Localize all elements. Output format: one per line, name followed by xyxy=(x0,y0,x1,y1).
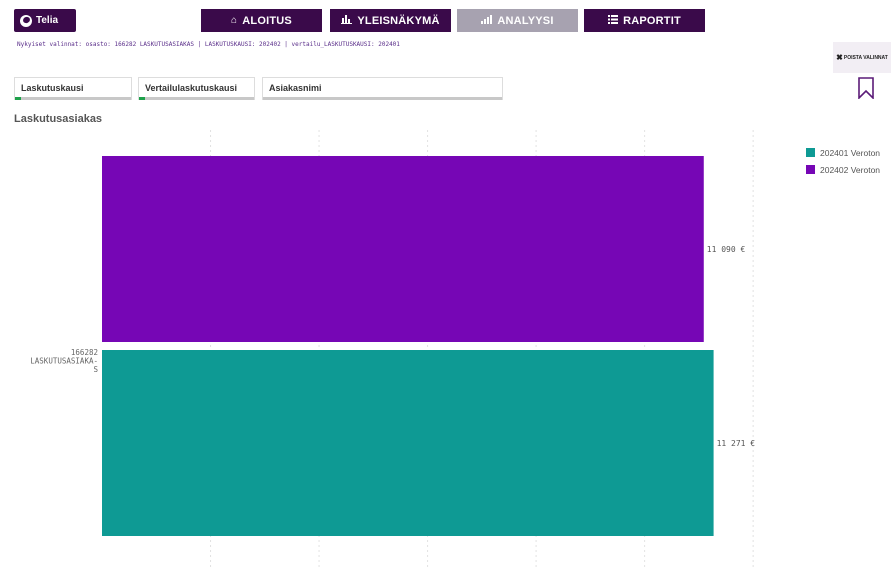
filter-asiakasnimi-label: Asiakasnimi xyxy=(269,83,322,93)
nav-raportit-button[interactable]: RAPORTIT xyxy=(584,9,705,32)
nav-aloitus-label: ALOITUS xyxy=(242,14,292,27)
filter-laskutuskausi[interactable]: Laskutuskausi xyxy=(14,77,132,100)
clear-selections-button[interactable]: ✖ POISTA VALINNAT xyxy=(833,42,891,73)
grid-icon xyxy=(608,14,619,27)
telia-logo-icon xyxy=(20,14,32,27)
legend-label-202402: 202402 Veroton xyxy=(820,164,881,175)
bar-202401[interactable] xyxy=(102,350,714,536)
chart-legend: 202401 Veroton 202402 Veroton xyxy=(806,144,880,178)
category-label: LASKUTUSASIAKA- xyxy=(30,357,98,366)
telia-logo[interactable]: Telia xyxy=(14,9,76,32)
legend-item-202402[interactable]: 202402 Veroton xyxy=(806,161,880,178)
filter-vertailulaskutuskausi[interactable]: Vertailulaskutuskausi xyxy=(138,77,255,100)
filter-vertailulaskutuskausi-label: Vertailulaskutuskausi xyxy=(145,83,238,93)
category-label: S xyxy=(93,365,98,374)
filter-laskutuskausi-label: Laskutuskausi xyxy=(21,83,84,93)
clear-selections-label: POISTA VALINNAT xyxy=(843,54,888,61)
home-icon: ⌂ xyxy=(231,15,238,26)
current-selections-text: Nykyiset valinnat: osasto: 166282 LASKUT… xyxy=(17,41,400,48)
analysis-icon xyxy=(481,14,493,27)
data-label-202401: 11 271 € xyxy=(717,439,756,448)
data-label-202402: 11 090 € xyxy=(707,245,746,254)
legend-swatch-202401 xyxy=(806,148,815,157)
bar-202402[interactable] xyxy=(102,156,704,342)
legend-item-202401[interactable]: 202401 Veroton xyxy=(806,144,880,161)
nav-analyysi-label: ANALYYSI xyxy=(497,14,554,27)
legend-swatch-202402 xyxy=(806,165,815,174)
nav-analyysi-button[interactable]: ANALYYSI xyxy=(457,9,578,32)
section-title: Laskutusasiakas xyxy=(14,113,103,125)
nav-raportit-label: RAPORTIT xyxy=(623,14,681,27)
bar-chart: 11 090 €11 271 €166282LASKUTUSASIAKA-S xyxy=(30,130,756,568)
nav-yleisnakyma-label: YLEISNÄKYMÄ xyxy=(357,14,440,27)
filter-selection-bar xyxy=(15,97,131,100)
bookmark-icon[interactable] xyxy=(857,77,875,100)
filter-asiakasnimi[interactable]: Asiakasnimi xyxy=(262,77,503,100)
nav-yleisnakyma-button[interactable]: YLEISNÄKYMÄ xyxy=(330,9,451,32)
logo-text: Telia xyxy=(36,15,59,26)
filter-selection-bar xyxy=(139,97,254,100)
legend-label-202401: 202401 Veroton xyxy=(820,147,881,158)
filter-selection-bar xyxy=(263,97,502,100)
nav-aloitus-button[interactable]: ⌂ ALOITUS xyxy=(201,9,322,32)
close-icon: ✖ xyxy=(836,53,843,62)
bar-chart-icon xyxy=(341,14,353,27)
